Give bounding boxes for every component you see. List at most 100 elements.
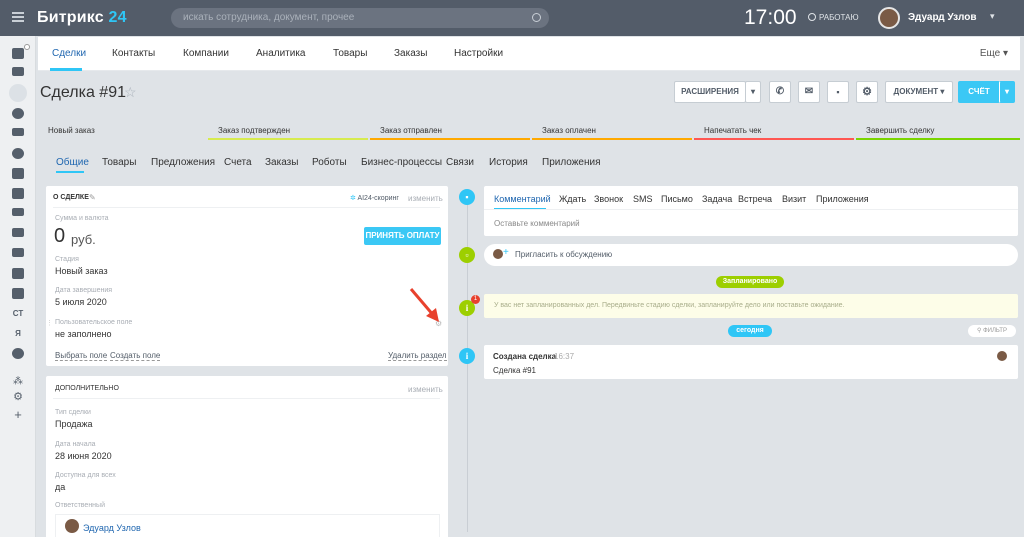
crm-tabs: Сделки Контакты Компании Аналитика Товар… <box>38 37 1020 71</box>
filter-icon[interactable] <box>9 84 27 102</box>
tab-orders[interactable]: Заказы <box>394 48 427 59</box>
window-icon[interactable] <box>12 268 24 279</box>
menu-icon[interactable] <box>12 12 24 22</box>
cart-icon[interactable] <box>12 248 24 257</box>
stage-color-bar <box>370 138 530 140</box>
invite-bar[interactable]: + Пригласить к обсуждению <box>484 244 1018 266</box>
chart-icon[interactable] <box>12 108 24 119</box>
tab-meeting[interactable]: Встреча <box>738 194 772 204</box>
custom-field-label: Пользовательское поле <box>55 319 133 326</box>
filter-icon: ⚲ <box>977 328 982 334</box>
tab-products[interactable]: Товары <box>333 48 367 59</box>
extensions-dropdown-button[interactable]: ▾ <box>745 81 761 103</box>
work-status[interactable]: РАБОТАЮ <box>808 13 859 22</box>
tab-visit[interactable]: Визит <box>782 194 806 204</box>
avatar[interactable] <box>997 351 1007 361</box>
filter-button[interactable]: ⚲ ФИЛЬТР <box>968 325 1016 337</box>
stage-item[interactable]: Заказ отправлен <box>370 123 530 140</box>
document-label: ДОКУМЕНТ <box>893 87 939 96</box>
tab-wait[interactable]: Ждать <box>559 194 586 204</box>
stage-value: Новый заказ <box>55 266 108 276</box>
delete-section-link[interactable]: Удалить раздел <box>388 351 447 361</box>
divider <box>484 209 1018 210</box>
invoice-dropdown-button[interactable]: ▾ <box>999 81 1015 103</box>
create-field-link[interactable]: Создать поле <box>110 351 161 361</box>
tab-call[interactable]: Звонок <box>594 194 623 204</box>
robot-icon[interactable] <box>12 48 24 59</box>
divider <box>53 398 440 399</box>
stage-item[interactable]: Напечатать чек <box>694 123 854 140</box>
tab-analytics[interactable]: Аналитика <box>256 48 306 59</box>
subtab-robots[interactable]: Роботы <box>312 157 347 168</box>
accept-payment-button[interactable]: ПРИНЯТЬ ОПЛАТУ <box>364 227 441 245</box>
tab-deals[interactable]: Сделки <box>52 48 86 59</box>
car-icon[interactable] <box>12 228 24 237</box>
drag-handle[interactable]: ⋮ <box>46 319 53 327</box>
invoice-button[interactable]: СЧЁТ <box>958 81 1000 103</box>
calendar-icon[interactable] <box>12 67 24 76</box>
tab-apps[interactable]: Приложения <box>816 194 869 204</box>
stage-item[interactable]: Новый заказ <box>38 123 206 140</box>
avatar[interactable] <box>65 519 79 533</box>
chevron-down-icon[interactable]: ▾ <box>990 11 995 22</box>
tab-contacts[interactable]: Контакты <box>112 48 155 59</box>
search-input[interactable]: искать сотрудника, документ, прочее <box>171 8 549 28</box>
user-name[interactable]: Эдуард Узлов <box>908 12 976 23</box>
tab-companies[interactable]: Компании <box>183 48 229 59</box>
apps-icon[interactable] <box>12 288 24 299</box>
document-button[interactable]: ДОКУМЕНТ ▾ <box>885 81 953 103</box>
chat-icon[interactable]: ▪ <box>827 81 849 103</box>
subtab-products[interactable]: Товары <box>102 157 136 168</box>
pencil-icon[interactable]: ✎ <box>89 193 96 202</box>
edit-link[interactable]: изменить <box>408 194 443 203</box>
stage-label: Напечатать чек <box>704 126 762 135</box>
responsible-link[interactable]: Эдуард Узлов <box>83 523 141 533</box>
chat-icon: ▫ <box>459 247 475 263</box>
sum-value: 0 <box>54 225 66 247</box>
comment-input[interactable]: Оставьте комментарий <box>494 219 580 228</box>
extensions-button[interactable]: РАСШИРЕНИЯ <box>674 81 746 103</box>
gear-icon[interactable]: ⚙ <box>856 81 878 103</box>
status-icon[interactable] <box>12 348 24 359</box>
tab-comment[interactable]: Комментарий <box>494 194 551 204</box>
choose-field-link[interactable]: Выбрать поле <box>55 351 108 361</box>
logo[interactable]: Битрикс 24 <box>37 9 127 27</box>
mail-icon[interactable]: ✉ <box>798 81 820 103</box>
avatar[interactable] <box>878 7 900 29</box>
plus-icon[interactable]: + <box>12 408 24 421</box>
search-icon[interactable] <box>532 13 541 22</box>
edit-link[interactable]: изменить <box>408 385 443 394</box>
tab-more[interactable]: Еще ▾ <box>980 48 1008 59</box>
phone-icon[interactable]: ✆ <box>769 81 791 103</box>
warning-badge: 1 <box>471 295 480 304</box>
tab-settings[interactable]: Настройки <box>454 48 503 59</box>
globe-icon[interactable] <box>12 148 24 159</box>
subtab-general[interactable]: Общие <box>56 157 89 168</box>
subtab-invoices[interactable]: Счета <box>224 157 252 168</box>
tab-task[interactable]: Задача <box>702 194 732 204</box>
mail-icon[interactable] <box>12 208 24 216</box>
subtab-offers[interactable]: Предложения <box>151 157 215 168</box>
event-body: Сделка #91 <box>493 366 536 375</box>
stage-item[interactable]: Заказ оплачен <box>532 123 692 140</box>
clock[interactable]: 17:00 <box>744 6 797 30</box>
subtab-apps[interactable]: Приложения <box>542 157 601 168</box>
subtab-links[interactable]: Связи <box>446 157 474 168</box>
sidebar-item-ya[interactable]: Я <box>12 328 24 339</box>
check-icon[interactable] <box>12 188 24 199</box>
scoring-button[interactable]: ✲ AI24-скоринг <box>350 194 399 202</box>
star-icon[interactable]: ☆ <box>124 84 137 101</box>
subtab-bp[interactable]: Бизнес-процессы <box>361 157 442 168</box>
list-icon[interactable] <box>12 168 24 179</box>
stage-item[interactable]: Завершить сделку <box>856 123 1020 140</box>
subtab-history[interactable]: История <box>489 157 528 168</box>
deal-type-label: Тип сделки <box>55 409 91 416</box>
tab-email[interactable]: Письмо <box>661 194 693 204</box>
sidebar-item-st[interactable]: СТ <box>10 308 26 319</box>
hierarchy-icon[interactable]: ⁂ <box>12 376 24 387</box>
stage-item[interactable]: Заказ подтвержден <box>208 123 368 140</box>
subtab-orders[interactable]: Заказы <box>265 157 298 168</box>
gear-icon[interactable]: ⚙ <box>12 392 24 403</box>
printer-icon[interactable] <box>12 128 24 136</box>
tab-sms[interactable]: SMS <box>633 194 653 204</box>
